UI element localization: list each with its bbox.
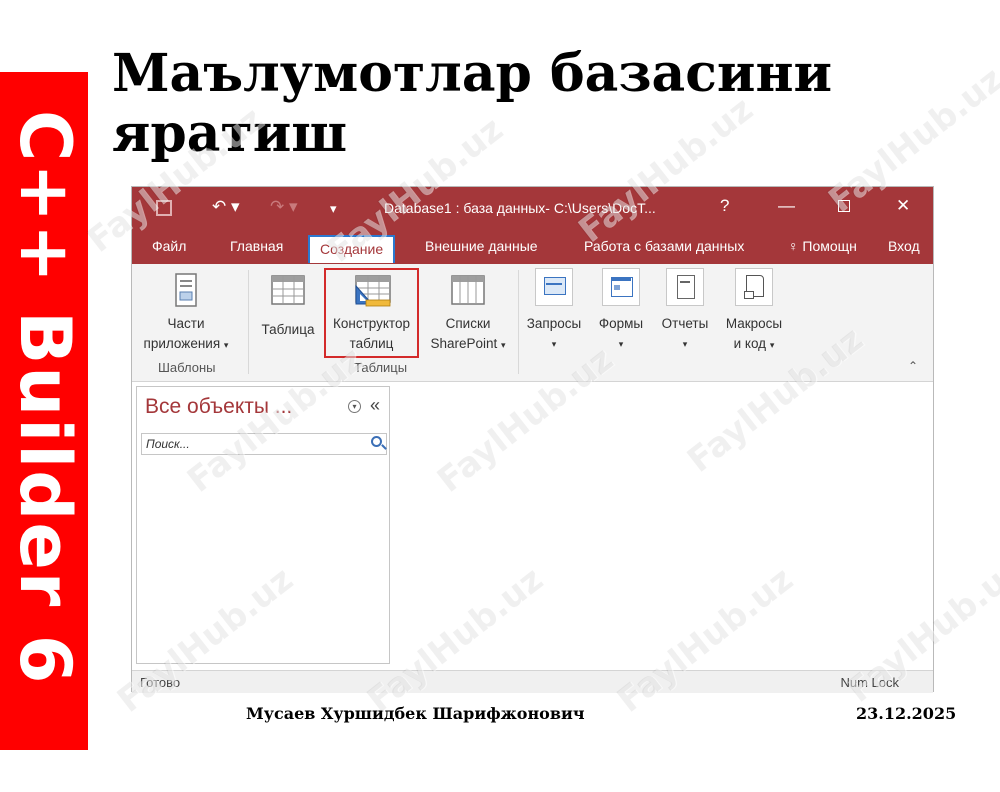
window-title: Database1 : база данных- C:\Users\DocT..… [384, 200, 656, 216]
app-parts-label-2: приложения ▾ [140, 334, 232, 355]
status-bar: Готово Num Lock [132, 670, 933, 693]
status-ready: Готово [140, 675, 181, 690]
search-icon[interactable] [371, 436, 382, 447]
help-button[interactable]: ? [720, 196, 729, 216]
undo-icon[interactable]: ↶ ▾ [212, 197, 240, 217]
table-label: Таблица [261, 322, 315, 337]
dropdown-icon: ▾ [223, 340, 229, 350]
reports-label: Отчеты [661, 316, 709, 331]
sharepoint-lists-icon [451, 275, 485, 305]
macros-label-2: и код ▾ [718, 334, 790, 355]
minimize-button[interactable]: — [778, 196, 795, 216]
macros-label-2-text: и код [733, 336, 767, 351]
macros-label-1: Макросы [725, 316, 783, 331]
tab-tell-me[interactable]: ♀ Помощн [788, 238, 857, 254]
dropdown-icon: ▾ [769, 340, 775, 350]
macros-button[interactable]: Макросы и код ▾ [718, 268, 790, 355]
main-area [394, 382, 933, 670]
ribbon: Части приложения ▾ Шаблоны Таблица Конст… [132, 264, 933, 382]
redo-icon[interactable]: ↷ ▾ [270, 197, 298, 217]
search-box [141, 433, 387, 455]
sharepoint-label-2-text: SharePoint [430, 336, 498, 351]
tab-tell-me-label: Помощн [802, 238, 857, 254]
side-banner: C++ Builder 6 5 [0, 72, 88, 792]
nav-pane-title[interactable]: Все объекты ... [145, 395, 292, 419]
workspace: Все объекты ... ▾ « [132, 382, 933, 670]
maximize-button[interactable] [838, 200, 850, 212]
reports-icon [666, 268, 704, 306]
nav-menu-icon[interactable]: ▾ [348, 400, 361, 413]
group-separator [518, 270, 519, 374]
reports-button[interactable]: Отчеты ▾ [654, 268, 716, 354]
tab-create[interactable]: Создание [308, 235, 396, 263]
dropdown-icon: ▾ [551, 339, 557, 349]
sharepoint-label-2: SharePoint ▾ [422, 334, 514, 355]
slide-number: 5 [36, 775, 45, 792]
tab-database-tools[interactable]: Работа с базами данных [584, 238, 744, 254]
collapse-ribbon-icon[interactable]: ⌃ [908, 359, 918, 373]
forms-button[interactable]: Формы ▾ [592, 268, 650, 354]
queries-button[interactable]: Запросы ▾ [520, 268, 588, 354]
slide-title: Маълумотлар базасини яратиш [112, 43, 833, 164]
navigation-pane: Все объекты ... ▾ « [136, 386, 390, 664]
app-parts-label-1: Части [167, 316, 205, 331]
tab-file[interactable]: Файл [152, 238, 186, 254]
macros-icon [735, 268, 773, 306]
footer-author: Мусаев Хуршидбек Шарифжонович [246, 704, 585, 723]
side-brand-text: C++ Builder 6 [4, 110, 86, 686]
app-parts-icon [175, 273, 197, 307]
save-icon[interactable] [156, 200, 172, 216]
tab-sign-in[interactable]: Вход [888, 238, 920, 254]
footer-date: 23.12.2025 [856, 704, 957, 723]
sharepoint-lists-button[interactable]: Списки SharePoint ▾ [422, 272, 514, 355]
highlight-frame [324, 268, 419, 358]
collapse-pane-icon[interactable]: « [370, 395, 380, 416]
forms-label: Формы [598, 316, 644, 331]
ribbon-tabs: Файл Главная Создание Внешние данные Раб… [132, 231, 933, 264]
customize-icon[interactable]: ▾ [330, 201, 337, 217]
group-label-templates: Шаблоны [158, 360, 216, 375]
dropdown-icon: ▾ [501, 340, 506, 350]
table-button[interactable]: Таблица [256, 272, 320, 340]
app-parts-label-2-text: приложения [143, 336, 221, 351]
search-input[interactable] [142, 434, 360, 454]
group-label-tables: Таблицы [354, 360, 408, 375]
app-parts-button[interactable]: Части приложения ▾ [140, 272, 232, 355]
queries-label: Запросы [526, 316, 582, 331]
access-window: ↶ ▾ ↷ ▾ ▾ Database1 : база данных- C:\Us… [131, 186, 934, 693]
tab-external-data[interactable]: Внешние данные [425, 238, 538, 254]
group-separator [248, 270, 249, 374]
dropdown-icon: ▾ [682, 339, 688, 349]
lightbulb-icon: ♀ [788, 238, 799, 254]
dropdown-icon: ▾ [618, 339, 624, 349]
queries-icon [535, 268, 573, 306]
sharepoint-label-1: Списки [445, 316, 491, 331]
title-bar: ↶ ▾ ↷ ▾ ▾ Database1 : база данных- C:\Us… [132, 187, 933, 231]
table-icon [271, 275, 305, 305]
close-button[interactable]: ✕ [896, 196, 910, 216]
status-num-lock: Num Lock [840, 675, 899, 690]
tab-home[interactable]: Главная [230, 238, 283, 254]
forms-icon [602, 268, 640, 306]
